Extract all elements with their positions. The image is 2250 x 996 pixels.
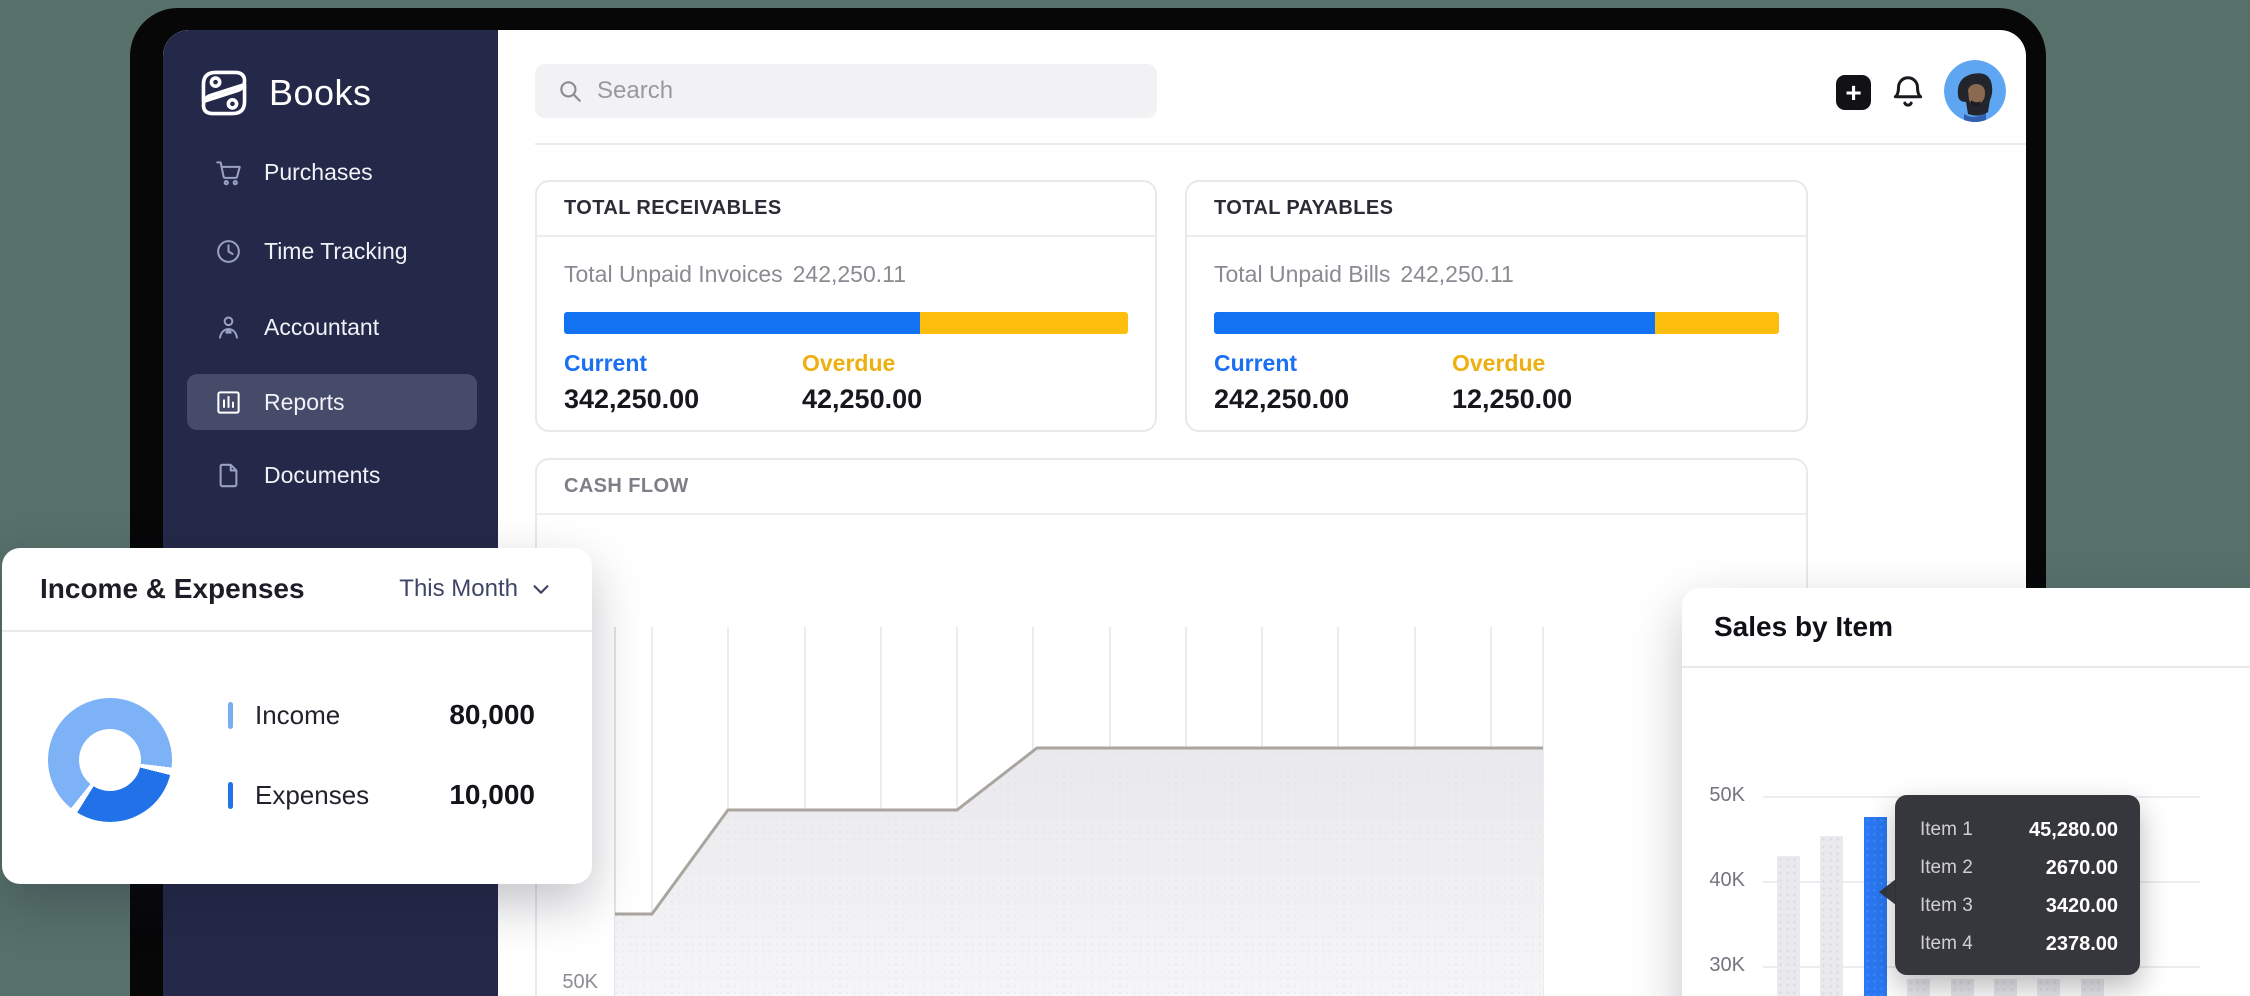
income-expenses-card: Income & Expenses This Month Income 80,0…	[2, 548, 592, 884]
cash-flow-area-chart	[537, 515, 1810, 996]
add-button[interactable]: +	[1836, 75, 1871, 110]
sales-ytick-30k: 30K	[1699, 954, 1745, 977]
user-avatar[interactable]	[1944, 60, 2006, 122]
sales-ytick-40k: 40K	[1699, 869, 1745, 892]
clock-icon	[215, 238, 242, 265]
sales-tooltip: Item 1 45,280.00 Item 2 2670.00 Item 3 3…	[1895, 795, 2140, 975]
current-segment	[564, 312, 920, 334]
document-icon	[215, 462, 242, 489]
income-expenses-title: Income & Expenses	[40, 573, 305, 605]
expenses-value: 10,000	[449, 779, 535, 811]
legend-row-income: Income 80,000	[228, 700, 535, 730]
notifications-bell-icon[interactable]	[1889, 73, 1927, 111]
sales-by-item-card: Sales by Item 50K 40K 30K 10K Item 1 45,…	[1682, 588, 2250, 996]
plus-icon: +	[1845, 79, 1861, 107]
sales-bar[interactable]	[2081, 979, 2104, 996]
overdue-segment	[1655, 312, 1779, 334]
app-title: Books	[269, 72, 372, 114]
sales-by-item-title: Sales by Item	[1714, 611, 1893, 643]
sidebar-item-accountant[interactable]: Accountant	[187, 299, 477, 355]
period-value: This Month	[399, 575, 518, 603]
topbar-divider	[535, 143, 2026, 145]
income-expenses-donut-chart	[48, 698, 172, 822]
payables-subtitle: Total Unpaid Bills242,250.11	[1214, 261, 1779, 288]
sales-bar[interactable]	[1994, 979, 2017, 996]
sidebar-item-reports[interactable]: Reports	[187, 374, 477, 430]
cash-flow-card: CASH FLOW	[535, 458, 1808, 996]
cart-icon	[215, 159, 242, 186]
current-label: Current	[1214, 350, 1452, 377]
app-logo[interactable]: Books	[195, 64, 372, 122]
sales-bar[interactable]	[2037, 979, 2060, 996]
payables-title: TOTAL PAYABLES	[1214, 197, 1393, 220]
current-value: 242,250.00	[1214, 384, 1452, 415]
current-label: Current	[564, 350, 802, 377]
income-value: 80,000	[449, 699, 535, 731]
person-icon	[215, 314, 242, 341]
bar-chart-icon	[215, 389, 242, 416]
sidebar-item-label: Accountant	[264, 314, 379, 341]
sidebar-item-purchases[interactable]: Purchases	[187, 144, 477, 200]
tooltip-row: Item 4 2378.00	[1920, 925, 2118, 963]
overdue-label: Overdue	[802, 350, 1040, 377]
overdue-segment	[920, 312, 1128, 334]
sales-bar-chart: 50K 40K 30K 10K Item 1 45,280.00 Item 2 …	[1682, 668, 2250, 996]
sidebar-item-label: Reports	[264, 389, 345, 416]
search-input[interactable]: Search	[535, 64, 1157, 118]
overdue-value: 42,250.00	[802, 384, 1040, 415]
receivables-title: TOTAL RECEIVABLES	[564, 197, 782, 220]
sales-bar[interactable]	[1820, 836, 1843, 996]
sidebar-item-label: Purchases	[264, 159, 373, 186]
sidebar-item-time-tracking[interactable]: Time Tracking	[187, 223, 477, 279]
income-tick-icon	[228, 702, 233, 729]
cashflow-ytick-50k: 50K	[558, 971, 598, 994]
sidebar-item-label: Time Tracking	[264, 238, 408, 265]
sales-bar[interactable]	[1777, 856, 1800, 996]
payables-progress-bar	[1214, 312, 1779, 334]
receivables-subtitle: Total Unpaid Invoices242,250.11	[564, 261, 1128, 288]
tooltip-row: Item 3 3420.00	[1920, 887, 2118, 925]
total-payables-card: TOTAL PAYABLES Total Unpaid Bills242,250…	[1185, 180, 1808, 432]
expenses-label: Expenses	[255, 780, 369, 811]
avatar-image	[1944, 60, 2006, 122]
current-segment	[1214, 312, 1655, 334]
current-value: 342,250.00	[564, 384, 802, 415]
expenses-tick-icon	[228, 782, 233, 809]
tooltip-row: Item 1 45,280.00	[1920, 811, 2118, 849]
legend-row-expenses: Expenses 10,000	[228, 780, 535, 810]
chevron-down-icon	[530, 578, 552, 600]
books-logo-icon	[195, 64, 253, 122]
cash-flow-title: CASH FLOW	[564, 475, 689, 498]
overdue-value: 12,250.00	[1452, 384, 1690, 415]
search-placeholder: Search	[597, 77, 673, 105]
search-icon	[557, 78, 583, 104]
tooltip-row: Item 2 2670.00	[1920, 849, 2118, 887]
period-dropdown[interactable]: This Month	[399, 575, 552, 603]
sales-bar[interactable]	[1907, 979, 1930, 996]
sales-ytick-50k: 50K	[1699, 784, 1745, 807]
sidebar-item-documents[interactable]: Documents	[187, 447, 477, 503]
overdue-label: Overdue	[1452, 350, 1690, 377]
sales-bar[interactable]	[1951, 979, 1974, 996]
income-label: Income	[255, 700, 340, 731]
screenshot-stage: Books Purchases Time Tracking Acc	[0, 0, 2250, 996]
sidebar-item-label: Documents	[264, 462, 380, 489]
sales-bar-highlighted[interactable]	[1864, 817, 1887, 996]
total-receivables-card: TOTAL RECEIVABLES Total Unpaid Invoices2…	[535, 180, 1157, 432]
receivables-progress-bar	[564, 312, 1128, 334]
